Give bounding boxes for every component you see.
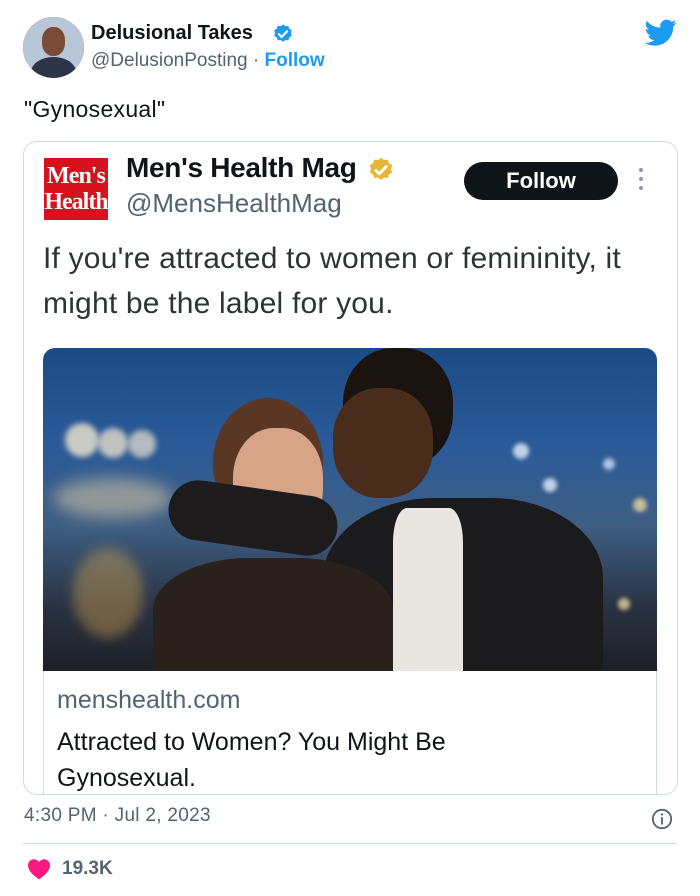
logo-text-bottom: Health — [44, 189, 108, 215]
follow-link[interactable]: Follow — [264, 50, 324, 71]
quoted-author-handle[interactable]: @MensHealthMag — [126, 188, 342, 219]
info-icon[interactable] — [651, 808, 673, 830]
logo-text-top: Men's — [47, 163, 106, 189]
author-handle-row: @DelusionPosting · Follow — [91, 50, 325, 72]
heart-icon[interactable] — [27, 858, 51, 880]
link-source[interactable]: menshealth.com — [57, 686, 240, 715]
like-count[interactable]: 19.3K — [62, 858, 113, 880]
quoted-tweet-text: If you're attracted to women or feminini… — [43, 242, 621, 320]
twitter-bird-icon[interactable] — [645, 19, 677, 47]
author-handle[interactable]: @DelusionPosting — [91, 50, 248, 71]
link-card-border-right — [656, 671, 657, 794]
quoted-tweet-card[interactable]: Men's Health Men's Health Mag @MensHealt… — [23, 141, 678, 795]
mens-health-logo[interactable]: Men's Health — [44, 158, 109, 220]
article-photo[interactable] — [43, 348, 657, 671]
quoted-author-name[interactable]: Men's Health Mag — [126, 152, 357, 184]
verified-badge-icon — [369, 157, 393, 180]
author-name[interactable]: Delusional Takes — [91, 22, 253, 45]
timestamp[interactable]: 4:30 PM · Jul 2, 2023 — [24, 805, 211, 827]
link-title[interactable]: Attracted to Women? You Might Be Gynosex… — [57, 724, 527, 794]
tweet-text: "Gynosexual" — [24, 96, 166, 122]
divider — [23, 843, 677, 844]
follow-button[interactable]: Follow — [464, 162, 618, 200]
avatar[interactable] — [23, 17, 84, 78]
separator: · — [252, 50, 260, 71]
more-vertical-icon[interactable] — [637, 168, 645, 194]
link-card-border-left — [43, 671, 44, 794]
verified-badge-icon — [274, 24, 292, 42]
